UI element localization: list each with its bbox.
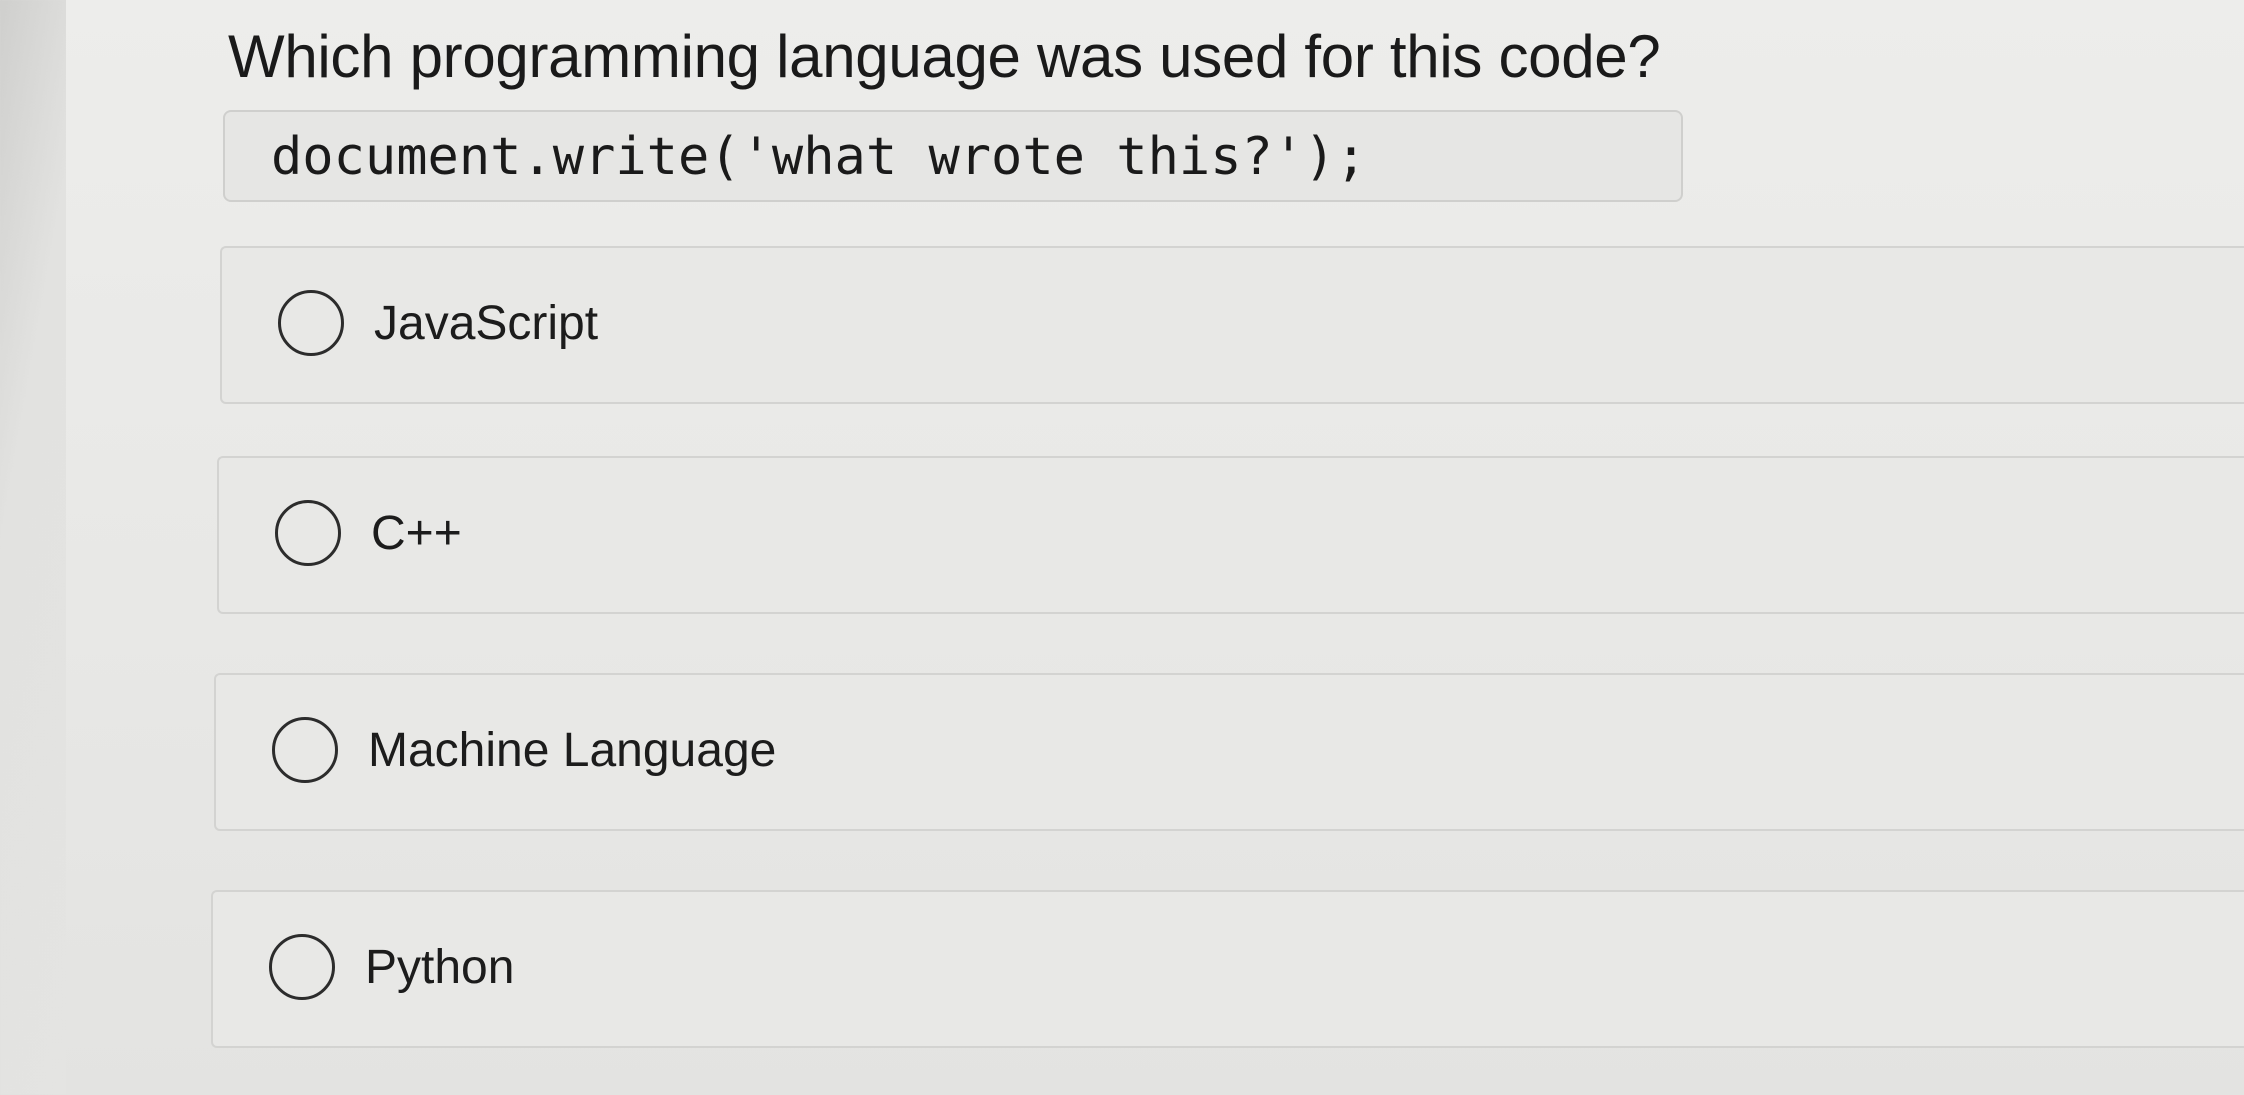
answer-option-machine-language[interactable]: Machine Language <box>214 673 2244 831</box>
answer-option-cpp[interactable]: C++ <box>217 456 2244 614</box>
answer-option-label: Machine Language <box>368 724 777 777</box>
quiz-page: Which programming language was used for … <box>66 0 2244 1095</box>
answer-option-python[interactable]: Python <box>211 890 2244 1048</box>
radio-button-icon[interactable] <box>272 717 338 783</box>
answer-option-javascript[interactable]: JavaScript <box>220 246 2244 404</box>
question-text: Which programming language was used for … <box>228 23 1661 90</box>
answer-option-label: Python <box>365 941 515 994</box>
code-block: document.write('what wrote this?'); <box>223 110 1683 202</box>
radio-button-icon[interactable] <box>275 500 341 566</box>
radio-button-icon[interactable] <box>269 934 335 1000</box>
answer-option-label: JavaScript <box>374 297 599 350</box>
radio-button-icon[interactable] <box>278 290 344 356</box>
code-snippet: document.write('what wrote this?'); <box>271 127 1367 187</box>
answer-option-label: C++ <box>371 507 462 560</box>
